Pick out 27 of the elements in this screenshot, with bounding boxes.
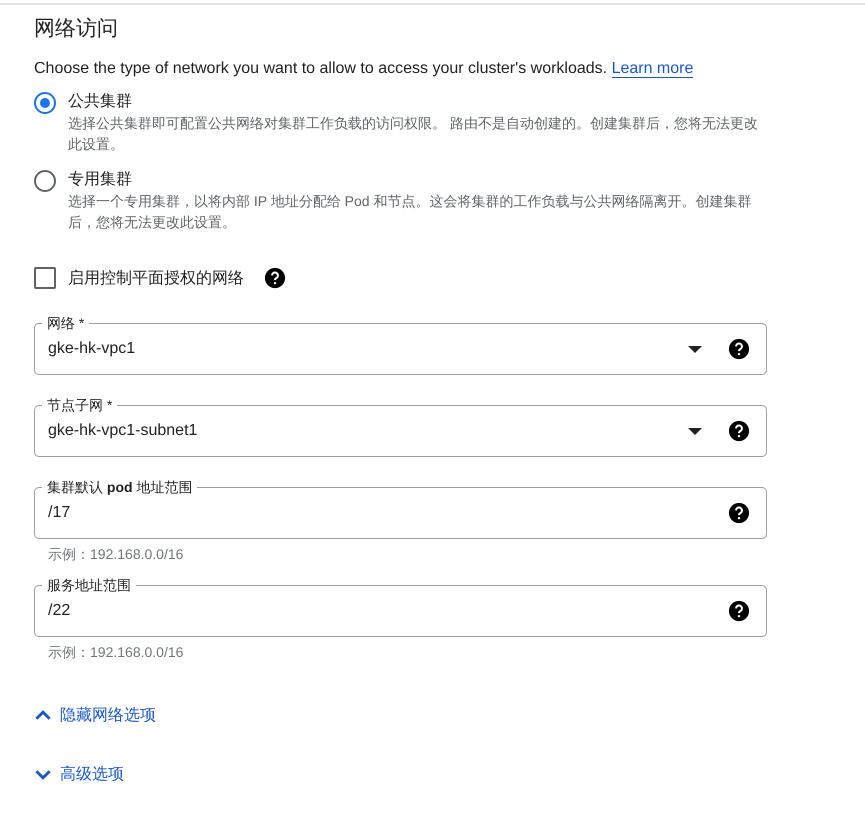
radio-label: 专用集群 xyxy=(68,170,133,190)
learn-more-link[interactable]: Learn more xyxy=(612,60,694,78)
field-value: gke-hk-vpc1-subnet1 xyxy=(48,422,198,440)
radio-button[interactable] xyxy=(34,92,56,114)
field-value: /17 xyxy=(48,504,72,522)
description-text: Choose the type of network you want to allow to access your cluster's workloads. Learn more xyxy=(34,59,694,80)
field-label: 节点子网 * xyxy=(42,395,118,415)
radio-button[interactable] xyxy=(34,170,56,192)
expand-toggle[interactable]: 隐藏网络选项 xyxy=(34,705,156,726)
checkbox[interactable] xyxy=(34,267,56,289)
help-icon[interactable] xyxy=(728,600,750,622)
help-icon[interactable] xyxy=(728,502,750,524)
radio-label: 公共集群 xyxy=(68,92,133,112)
field-hint: 示例：192.168.0.0/16 xyxy=(48,545,184,563)
radio-description: 选择公共集群即可配置公共网络对集群工作负载的访问权限。 路由不是自动创建的。创建集群后，您将无法更改此设置。 xyxy=(68,114,759,154)
field-value: /22 xyxy=(48,602,72,620)
help-icon[interactable] xyxy=(728,338,750,360)
help-icon[interactable] xyxy=(728,420,750,442)
dropdown-caret-icon[interactable] xyxy=(688,428,702,434)
field-value: gke-hk-vpc1 xyxy=(48,340,136,358)
dropdown-caret-icon[interactable] xyxy=(688,346,702,352)
section-title: 网络访问 xyxy=(34,16,119,42)
field-hint: 示例：192.168.0.0/16 xyxy=(48,643,184,661)
radio-description: 选择一个专用集群，以将内部 IP 地址分配给 Pod 和节点。这会将集群的工作负载与公共网络隔离开。创建集群后，您将无法更改此设置。 xyxy=(68,192,752,232)
checkbox-label: 启用控制平面授权的网络 xyxy=(68,268,244,288)
help-icon[interactable] xyxy=(264,267,286,289)
expand-toggle[interactable]: 高级选项 xyxy=(34,764,124,785)
